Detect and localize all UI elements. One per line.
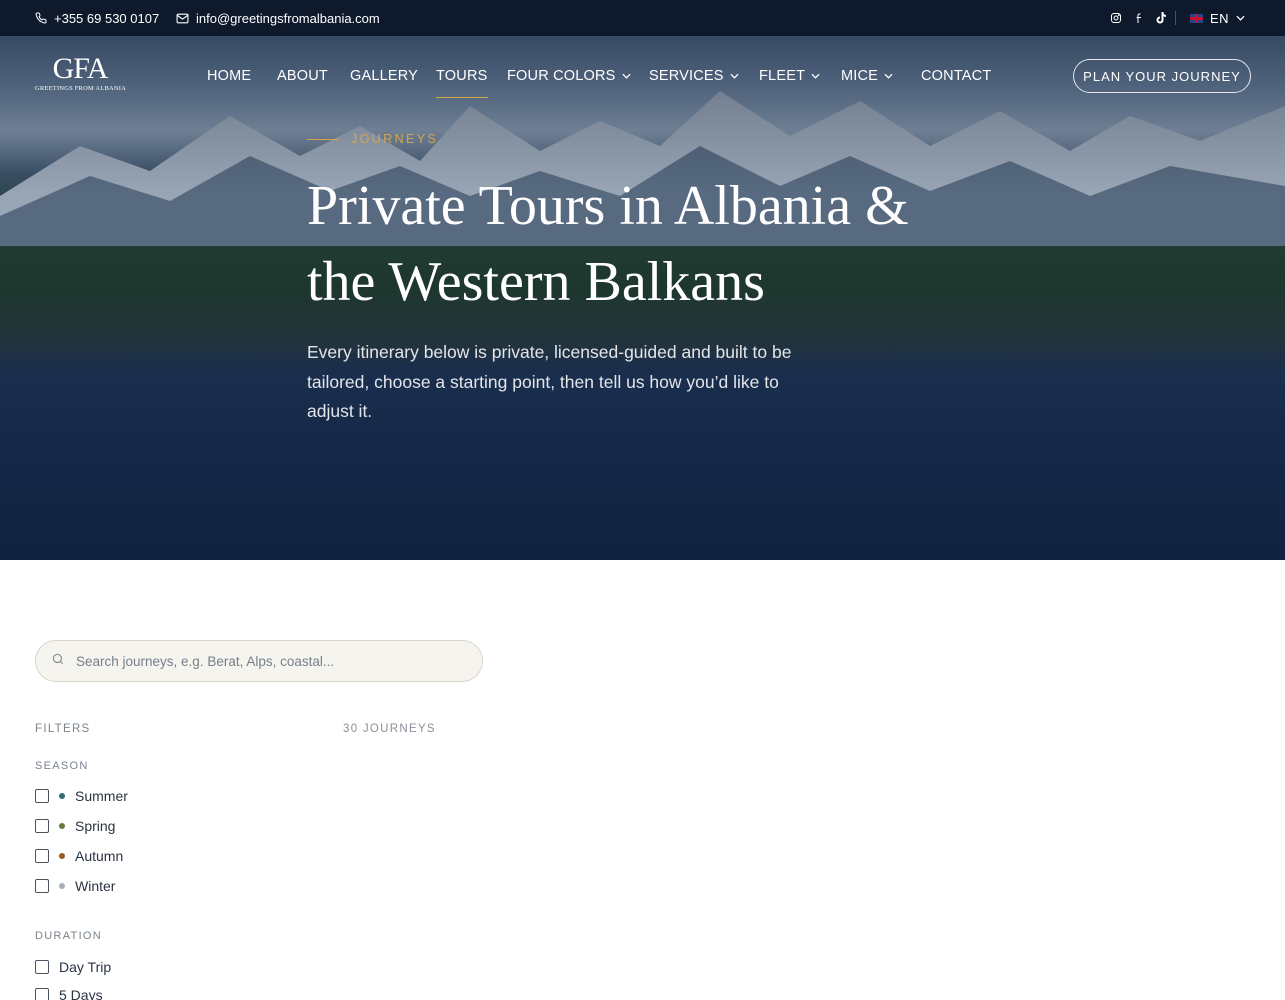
nav-tours[interactable]: TOURS	[436, 64, 488, 98]
nav-home[interactable]: HOME	[207, 64, 251, 88]
filter-label: Winter	[75, 878, 116, 894]
logo-mark: GFA	[52, 52, 109, 85]
season-dot	[59, 823, 65, 829]
season-dot	[59, 853, 65, 859]
nav-label: MICE	[841, 68, 879, 84]
hero-eyebrow: JOURNEYS	[307, 132, 438, 146]
search-icon	[51, 652, 65, 671]
chevron-down-icon	[811, 73, 820, 79]
filter-season-spring[interactable]: Spring	[35, 816, 115, 836]
results-count: 30 JOURNEYS	[343, 723, 436, 735]
duration-heading: DURATION	[35, 930, 103, 942]
filters-heading: FILTERS	[35, 723, 91, 735]
nav-label: FLEET	[759, 68, 806, 84]
nav-fleet[interactable]: FLEET	[759, 64, 820, 88]
nav-services[interactable]: SERVICES	[649, 64, 739, 88]
checkbox[interactable]	[35, 849, 49, 863]
nav-label: FOUR COLORS	[507, 68, 616, 84]
hero-section: GFA GREETINGS FROM ALBANIA HOME ABOUT GA…	[0, 36, 1285, 560]
eyebrow-label: JOURNEYS	[351, 132, 439, 146]
filter-season-autumn[interactable]: Autumn	[35, 846, 123, 866]
chevron-down-icon	[622, 73, 631, 79]
filter-label: 5 Days	[59, 987, 103, 1000]
social-links	[1110, 0, 1167, 36]
search-input[interactable]	[76, 653, 456, 669]
eyebrow-rule	[307, 138, 339, 140]
logo-tagline: GREETINGS FROM ALBANIA	[35, 85, 127, 92]
filter-label: Day Trip	[59, 959, 112, 975]
filter-label: Spring	[75, 818, 116, 834]
phone-number: +355 69 530 0107	[54, 10, 160, 26]
nav-label: HOME	[207, 68, 252, 84]
email-link[interactable]: info@greetingsfromalbania.com	[176, 0, 380, 36]
hero-lead: Every itinerary below is private, licens…	[307, 342, 792, 421]
nav-label: TOURS	[436, 68, 488, 84]
filter-duration-day-trip[interactable]: Day Trip	[35, 957, 111, 977]
checkbox[interactable]	[35, 819, 49, 833]
title-line-2: the Western Balkans	[307, 251, 765, 313]
nav-label: ABOUT	[277, 68, 328, 84]
nav-label: GALLERY	[350, 68, 419, 84]
nav-mice[interactable]: MICE	[841, 64, 893, 88]
site-logo[interactable]: GFA GREETINGS FROM ALBANIA	[35, 52, 127, 98]
email-address: info@greetingsfromalbania.com	[196, 10, 380, 26]
page-title: Private Tours in Albania & the Western B…	[307, 168, 1007, 320]
nav-about[interactable]: ABOUT	[277, 64, 328, 88]
nav-label: SERVICES	[649, 68, 724, 84]
filter-label: Autumn	[75, 848, 124, 864]
nav-gallery[interactable]: GALLERY	[350, 64, 418, 88]
language-code: EN	[1210, 10, 1230, 26]
checkbox[interactable]	[35, 988, 49, 1000]
uk-flag-icon	[1190, 13, 1203, 23]
title-line-1: Private Tours in Albania &	[307, 175, 909, 237]
checkbox[interactable]	[35, 960, 49, 974]
tiktok-icon[interactable]	[1156, 12, 1167, 24]
chevron-down-icon	[884, 73, 893, 79]
facebook-icon[interactable]	[1135, 12, 1143, 24]
nav-contact[interactable]: CONTACT	[921, 64, 991, 88]
plan-journey-button[interactable]: PLAN YOUR JOURNEY	[1073, 59, 1251, 93]
topbar-divider	[1175, 11, 1176, 25]
nav-four-colors[interactable]: FOUR COLORS	[507, 64, 631, 88]
season-dot	[59, 883, 65, 889]
nav-label: CONTACT	[921, 68, 992, 84]
instagram-icon[interactable]	[1110, 12, 1122, 24]
checkbox[interactable]	[35, 789, 49, 803]
top-bar: +355 69 530 0107 info@greetingsfromalban…	[0, 0, 1285, 36]
chevron-down-icon	[1236, 15, 1245, 21]
phone-link[interactable]: +355 69 530 0107	[35, 0, 159, 36]
chevron-down-icon	[730, 73, 739, 79]
filter-label: Summer	[75, 788, 128, 804]
language-selector[interactable]: EN	[1190, 0, 1245, 36]
search-bar	[35, 640, 483, 682]
season-heading: SEASON	[35, 760, 89, 772]
filter-duration-5-days[interactable]: 5 Days	[35, 985, 103, 1000]
mail-icon	[176, 13, 189, 24]
checkbox[interactable]	[35, 879, 49, 893]
filter-season-winter[interactable]: Winter	[35, 876, 115, 896]
phone-icon	[35, 12, 47, 24]
filter-season-summer[interactable]: Summer	[35, 786, 128, 806]
season-dot	[59, 793, 65, 799]
